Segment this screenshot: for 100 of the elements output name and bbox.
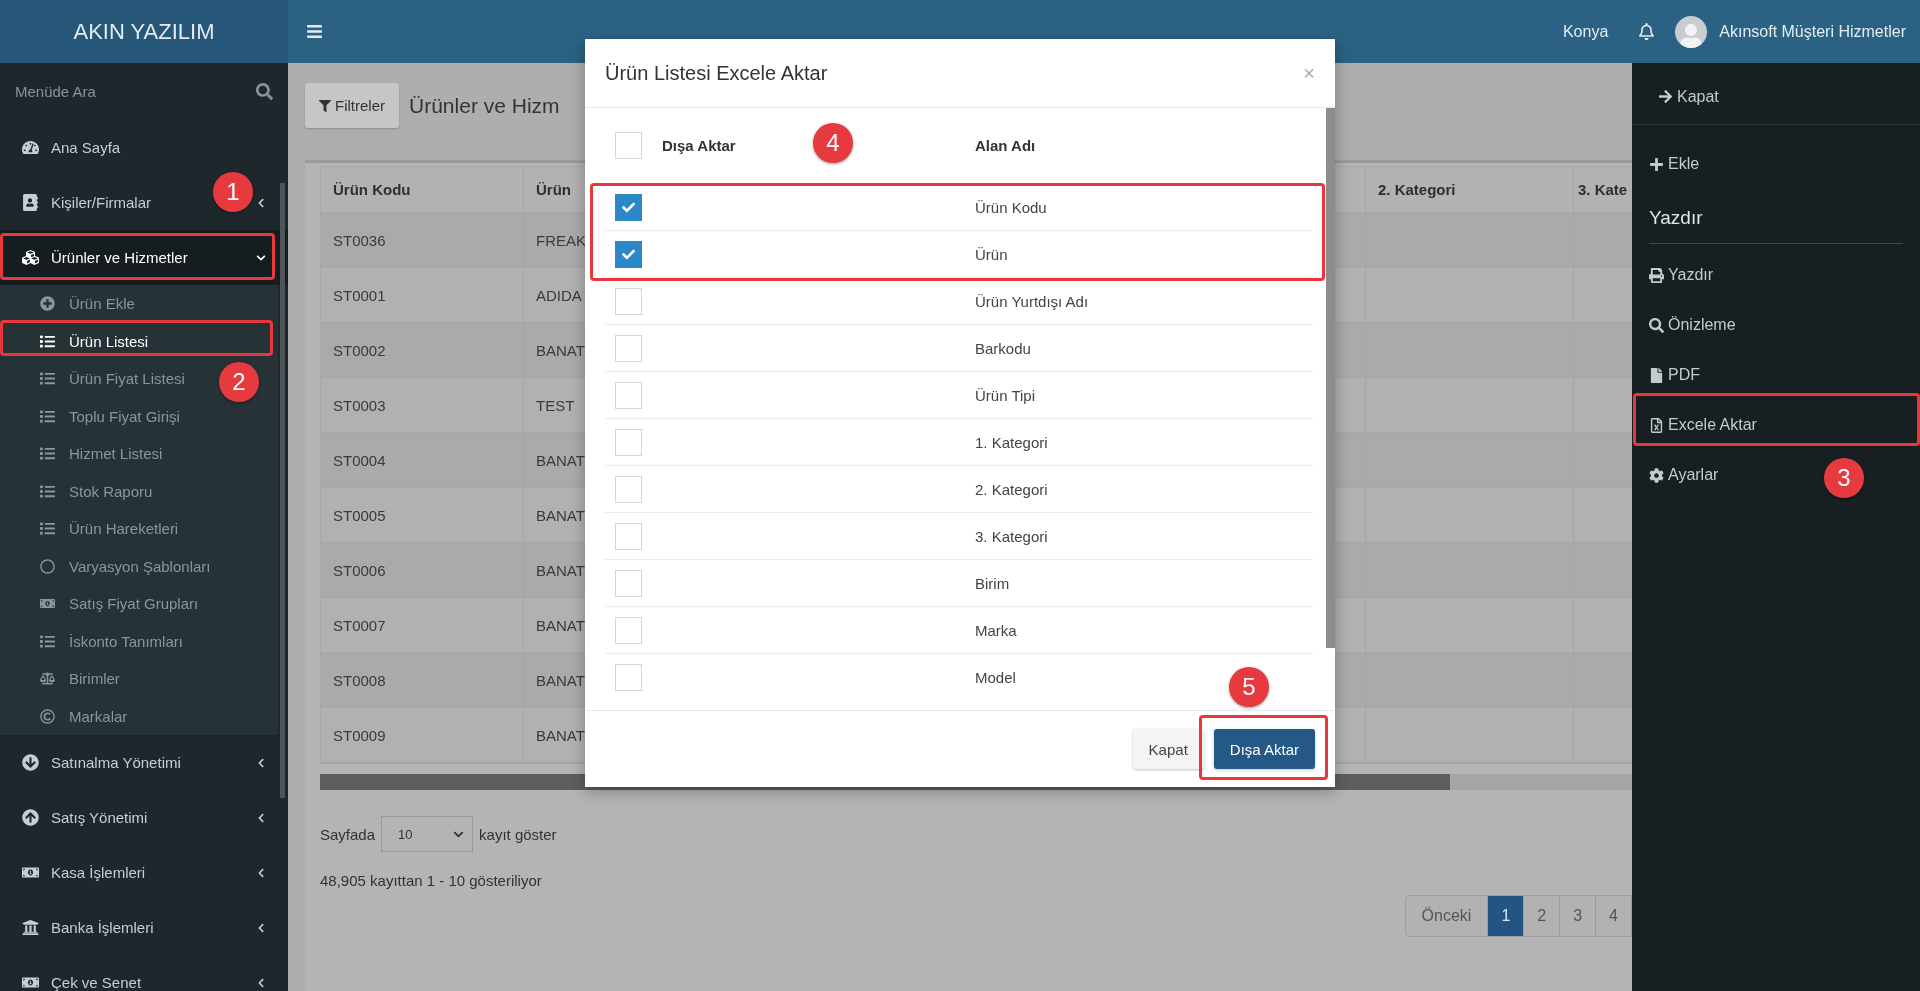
settings-icon xyxy=(1649,467,1664,483)
arrow-up-icon xyxy=(22,809,39,826)
panel-link[interactable]: Önizleme xyxy=(1649,316,1736,334)
list-icon xyxy=(40,633,55,649)
menu-search-field[interactable]: Menüde Ara xyxy=(15,83,96,100)
banknote-icon xyxy=(22,974,39,991)
page-link[interactable]: 2 xyxy=(1523,895,1561,937)
menu-item[interactable]: Satınalma Yönetimi xyxy=(51,754,181,771)
cubes-icon xyxy=(22,249,39,266)
panel-link[interactable]: Excele Aktar xyxy=(1649,416,1757,434)
page-link[interactable]: 3 xyxy=(1559,895,1597,937)
submenu-item[interactable]: Ürün Ekle xyxy=(69,295,135,313)
submenu-item[interactable]: Birimler xyxy=(69,670,120,688)
table-cell: ST0005 xyxy=(321,488,524,543)
plus-icon xyxy=(1649,156,1664,172)
field-name: Ürün Tipi xyxy=(975,386,1037,404)
brand-logo: AKIN YAZILIM xyxy=(0,0,288,63)
submenu-item[interactable]: Ürün Hareketleri xyxy=(69,520,179,538)
list-icon xyxy=(40,371,55,387)
list-icon xyxy=(40,333,55,349)
submenu-item[interactable]: İskonto Tanımları xyxy=(69,632,183,650)
menu-item[interactable]: Ürünler ve Hizmetler xyxy=(51,249,188,266)
menu-item[interactable]: Banka İşlemleri xyxy=(51,919,154,936)
panel-link[interactable]: Kapat xyxy=(1658,87,1719,106)
page-size-suffix: kayıt göster xyxy=(479,825,557,843)
page-link[interactable]: 4 xyxy=(1595,895,1632,937)
select-all-checkbox[interactable] xyxy=(615,132,642,159)
panel-link[interactable]: Ayarlar xyxy=(1649,466,1719,484)
page-title: Ürünler ve Hizm xyxy=(409,93,560,118)
table-cell: ST0008 xyxy=(321,653,524,708)
field-name: Model xyxy=(975,668,1017,686)
field-name: Barkodu xyxy=(975,339,1032,357)
field-checkbox[interactable] xyxy=(615,240,642,268)
scrollbar[interactable] xyxy=(1326,108,1335,648)
table-cell: ST0003 xyxy=(321,378,524,433)
search-icon xyxy=(1649,317,1664,333)
arrow-down-icon xyxy=(22,754,39,771)
table-cell: ST0004 xyxy=(321,433,524,488)
panel-link[interactable]: Ekle xyxy=(1649,155,1700,173)
list-icon xyxy=(40,408,55,424)
scale-icon xyxy=(40,671,55,687)
submenu-item[interactable]: Markalar xyxy=(69,707,128,725)
submenu-item[interactable]: Varyasyon Şablonları xyxy=(69,557,211,575)
menu-icon[interactable] xyxy=(306,23,323,40)
location-label[interactable]: Konya xyxy=(1562,22,1609,41)
submenu-item[interactable]: Toplu Fiyat Girişi xyxy=(69,407,180,425)
submenu-item[interactable]: Ürün Fiyat Listesi xyxy=(69,370,185,388)
scrollbar[interactable] xyxy=(280,183,285,798)
menu-item[interactable]: Satış Yönetimi xyxy=(51,809,148,826)
filter-button[interactable]: Filtreler xyxy=(305,83,399,128)
export-button[interactable]: Dışa Aktar xyxy=(1213,729,1315,769)
avatar-icon[interactable] xyxy=(1675,15,1708,48)
section-heading: Yazdır xyxy=(1649,189,1903,244)
column-header: Alan Adı xyxy=(975,137,1037,154)
submenu-item[interactable]: Ürün Listesi xyxy=(69,332,149,350)
file-icon xyxy=(1649,367,1664,383)
column-header: Dışa Aktar xyxy=(662,137,736,154)
close-dialog-button[interactable]: Kapat xyxy=(1132,729,1204,769)
page-size-label: Sayfada xyxy=(320,825,376,843)
panel-link[interactable]: Yazdır xyxy=(1649,266,1714,284)
menu-item[interactable]: Çek ve Senet xyxy=(51,974,142,991)
banknote-icon xyxy=(22,864,39,881)
filter-icon xyxy=(319,99,331,112)
address-book-icon xyxy=(22,194,39,211)
table-cell: ST0036 xyxy=(321,213,524,268)
submenu-item[interactable]: Satış Fiyat Grupları xyxy=(69,595,199,613)
user-name[interactable]: Akınsoft Müşteri Hizmetler xyxy=(1719,22,1906,41)
bank-icon xyxy=(22,919,39,936)
menu-item[interactable]: Kişiler/Firmalar xyxy=(51,194,151,211)
plus-icon xyxy=(40,296,55,312)
submenu-item[interactable]: Stok Raporu xyxy=(69,482,153,500)
search-icon[interactable] xyxy=(256,83,273,100)
panel-link[interactable]: PDF xyxy=(1649,366,1700,384)
field-name: Ürün xyxy=(975,245,1009,263)
table-cell: ST0001 xyxy=(321,268,524,323)
table-cell: ST0002 xyxy=(321,323,524,378)
menu-item[interactable]: Ana Sayfa xyxy=(51,139,121,156)
field-name: Birim xyxy=(975,574,1011,592)
list-icon xyxy=(40,521,55,537)
page-size-select[interactable]: 10 xyxy=(381,816,474,852)
list-icon xyxy=(40,483,55,499)
record-count: 48,905 kayıttan 1 - 10 gösteriliyor xyxy=(320,872,543,889)
excel-file-icon xyxy=(1649,417,1664,433)
copyright-icon xyxy=(40,708,55,724)
table-cell: ST0009 xyxy=(321,708,524,763)
check-icon xyxy=(622,200,635,214)
dashboard-icon xyxy=(22,139,39,156)
field-name: Marka xyxy=(975,621,1018,639)
menu-item[interactable]: Kasa İşlemleri xyxy=(51,864,146,881)
field-checkbox[interactable] xyxy=(615,193,642,221)
column-header: Ürün Kodu xyxy=(321,167,524,213)
page-link[interactable]: Önceki xyxy=(1404,895,1489,937)
page-link[interactable]: 1 xyxy=(1487,895,1525,937)
arrow-right-icon xyxy=(1658,89,1673,104)
check-icon xyxy=(622,247,635,261)
printer-icon xyxy=(1649,267,1664,283)
column-header: 2. Kategori xyxy=(1366,167,1574,213)
submenu-item[interactable]: Hizmet Listesi xyxy=(69,445,163,463)
bell-icon[interactable] xyxy=(1638,23,1656,40)
table-cell: ST0006 xyxy=(321,543,524,598)
